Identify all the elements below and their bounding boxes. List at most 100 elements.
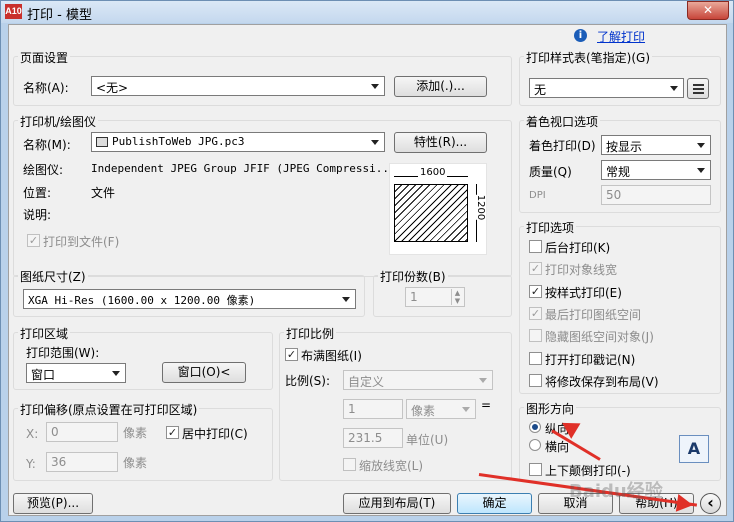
scale-numerator-input[interactable]: 1	[343, 399, 403, 419]
plot-option-label: 打印对象线宽	[545, 263, 618, 278]
chevron-down-icon	[479, 378, 487, 383]
plot-option-checkbox[interactable]	[529, 240, 542, 253]
quality-select[interactable]: 常规	[601, 160, 711, 180]
plotter-location-label: 位置:	[23, 186, 52, 200]
plot-option-checkbox[interactable]: ✓	[529, 262, 542, 276]
quality-value: 常规	[606, 165, 631, 179]
shade-plot-select[interactable]: 按显示	[601, 135, 711, 155]
chevron-down-icon	[697, 143, 705, 148]
plot-offset-label: 打印偏移(原点设置在可打印区域)	[18, 401, 200, 418]
center-plot-label: 居中打印(C)	[182, 427, 248, 441]
copies-input[interactable]: 1 ▲ ▼	[405, 287, 465, 307]
autocad-app-icon: A10	[5, 4, 22, 19]
scale-select[interactable]: 自定义	[343, 370, 493, 390]
y-offset-input[interactable]: 36	[46, 452, 118, 472]
orientation-preview-icon: A	[679, 435, 709, 463]
landscape-radio[interactable]	[529, 439, 541, 451]
plotter-name-select[interactable]: PublishToWeb JPG.pc3	[91, 132, 385, 152]
paper-hatch	[394, 184, 468, 242]
plot-option-checkbox[interactable]: ✓	[529, 284, 542, 298]
apply-to-layout-button[interactable]: 应用到布局(T)	[343, 493, 451, 514]
scale-lineweights-label: 缩放线宽(L)	[359, 459, 424, 473]
plot-option-checkbox[interactable]: ✓	[529, 306, 542, 320]
center-plot-checkbox[interactable]: ✓	[166, 426, 179, 439]
fit-to-paper-label: 布满图纸(I)	[301, 349, 362, 363]
close-button[interactable]: ✕	[687, 1, 729, 20]
add-page-setup-button[interactable]: 添加(.)...	[394, 76, 487, 97]
edit-style-bar-1	[693, 84, 704, 86]
plotter-device-value: Independent JPEG Group JFIF (JPEG Compre…	[91, 162, 396, 175]
scale-denominator-input[interactable]: 231.5	[343, 428, 403, 448]
collapse-options-button[interactable]: ‹	[700, 493, 721, 514]
plotter-label: 打印机/绘图仪	[18, 113, 99, 130]
chevron-down-icon	[342, 297, 350, 302]
orientation-label: 图形方向	[524, 400, 577, 417]
plot-to-file-checkbox[interactable]: ✓	[27, 234, 40, 247]
shade-plot-label: 着色打印(D)	[529, 139, 596, 153]
preview-button[interactable]: 预览(P)...	[13, 493, 93, 514]
plot-option-label: 最后打印图纸空间	[545, 307, 642, 322]
ok-button[interactable]: 确定	[457, 493, 532, 514]
plotter-name-value: PublishToWeb JPG.pc3	[112, 135, 245, 148]
plot-scale-label: 打印比例	[284, 325, 337, 342]
plot-option-checkbox[interactable]	[529, 351, 542, 365]
plot-option-checkbox[interactable]	[529, 329, 542, 343]
chevron-down-icon	[697, 168, 705, 173]
scale-denominator-unit: 单位(U)	[406, 433, 449, 447]
plot-range-value: 窗口	[31, 368, 56, 382]
y-offset-unit: 像素	[123, 456, 148, 470]
shade-plot-value: 按显示	[606, 140, 643, 154]
portrait-radio[interactable]	[529, 421, 541, 433]
scale-equals: =	[481, 398, 492, 412]
fit-to-paper-checkbox[interactable]: ✓	[285, 348, 298, 361]
watermark: Baidu经验	[569, 481, 663, 502]
plot-option-label: 打开打印戳记(N)	[545, 352, 636, 367]
quality-label: 质量(Q)	[529, 165, 572, 179]
paper-size-value: XGA Hi-Res (1600.00 x 1200.00 像素)	[28, 294, 256, 307]
dpi-label: DPI	[529, 190, 546, 201]
x-offset-label: X:	[26, 427, 39, 441]
dpi-input[interactable]: 50	[601, 185, 711, 205]
title-bar: A10 打印 - 模型 ✕	[1, 1, 733, 23]
edit-style-icon[interactable]	[687, 78, 709, 99]
chevron-down-icon	[670, 86, 678, 91]
preview-height: 1200	[475, 194, 487, 221]
x-offset-input[interactable]: 0	[46, 422, 118, 442]
scale-label: 比例(S):	[285, 374, 331, 388]
plotter-description-label: 说明:	[23, 208, 52, 222]
help-link[interactable]: 了解打印	[597, 28, 645, 45]
upside-down-checkbox[interactable]	[529, 463, 542, 476]
x-offset-unit: 像素	[123, 426, 148, 440]
plotter-name-label: 名称(M):	[23, 138, 71, 152]
scale-lineweights-checkbox[interactable]	[343, 458, 356, 471]
page-setup-label: 页面设置	[18, 49, 71, 66]
window-pick-button[interactable]: 窗口(O)<	[162, 362, 246, 383]
scale-numerator-unit-select[interactable]: 像素	[406, 399, 476, 419]
chevron-down-icon	[371, 84, 379, 89]
edit-style-bar-2	[693, 88, 704, 90]
plot-range-label: 打印范围(W):	[26, 346, 100, 360]
chevron-down-icon	[462, 407, 470, 412]
plot-options-label: 打印选项	[524, 219, 577, 236]
window-title: 打印 - 模型	[27, 8, 92, 23]
plot-option-checkbox[interactable]	[529, 373, 542, 387]
plotter-device-label: 绘图仪:	[23, 163, 64, 177]
style-table-value: 无	[534, 83, 547, 97]
paper-size-select[interactable]: XGA Hi-Res (1600.00 x 1200.00 像素)	[23, 289, 356, 309]
plot-range-select[interactable]: 窗口	[26, 363, 126, 383]
plot-option-label: 后台打印(K)	[545, 241, 611, 255]
page-setup-name-select[interactable]: <无>	[91, 76, 385, 96]
dialog-body: i 了解打印 页面设置 名称(A): <无> 添加(.)... 打印机/绘图仪 …	[8, 24, 727, 516]
y-offset-label: Y:	[26, 457, 36, 471]
copies-spinner[interactable]: ▲ ▼	[451, 289, 463, 305]
plot-area-label: 打印区域	[18, 325, 71, 342]
preview-width: 1600	[418, 167, 448, 178]
style-table-select[interactable]: 无	[529, 78, 684, 98]
info-icon: i	[574, 29, 587, 42]
style-table-label: 打印样式表(笔指定)(G)	[524, 49, 653, 66]
paper-size-label: 图纸尺寸(Z)	[18, 268, 88, 285]
page-setup-name-value: <无>	[96, 81, 129, 95]
plotter-properties-button[interactable]: 特性(R)...	[394, 132, 487, 153]
edit-style-bar-3	[693, 92, 704, 94]
plot-to-file-label: 打印到文件(F)	[43, 235, 120, 249]
